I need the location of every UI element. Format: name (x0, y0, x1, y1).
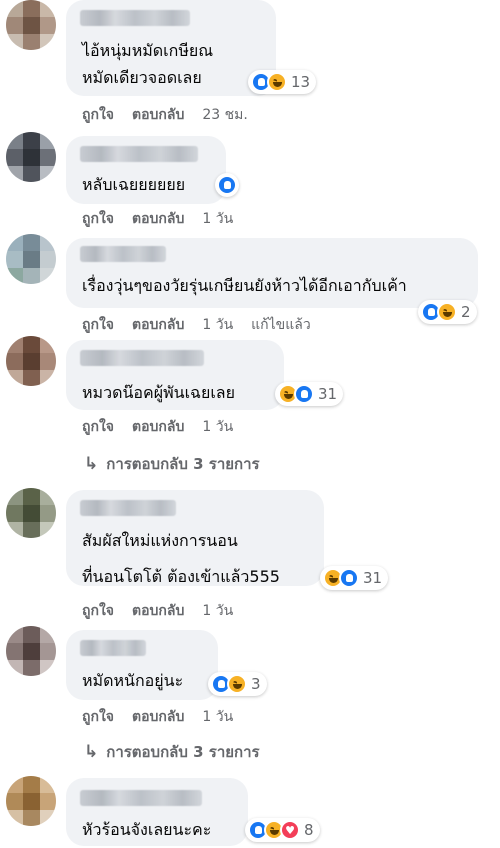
comment-text: หมวดน๊อคผู้พันเฉยเลย (82, 383, 235, 402)
love-reaction-icon (280, 820, 300, 840)
like-reaction-icon (339, 568, 359, 588)
like-reaction-icon (217, 175, 237, 195)
reaction-summary[interactable]: 8 (245, 818, 320, 842)
reply-button[interactable]: ตอบกลับ (132, 104, 184, 126)
avatar[interactable] (6, 132, 56, 182)
timestamp[interactable]: 1 วัน (202, 208, 233, 230)
like-button[interactable]: ถูกใจ (82, 416, 114, 438)
reply-arrow-icon: ↳ (84, 742, 99, 762)
timestamp[interactable]: 1 วัน (202, 706, 233, 728)
reaction-count: 2 (461, 303, 471, 321)
timestamp[interactable]: 1 วัน (202, 600, 233, 622)
avatar[interactable] (6, 234, 56, 284)
comment-actions: ถูกใจ ตอบกลับ 23 ชม. (82, 104, 248, 126)
like-button[interactable]: ถูกใจ (82, 706, 114, 728)
like-button[interactable]: ถูกใจ (82, 208, 114, 230)
like-button[interactable]: ถูกใจ (82, 600, 114, 622)
commenter-name-blurred[interactable] (80, 790, 202, 806)
reaction-summary[interactable] (215, 173, 239, 197)
avatar[interactable] (6, 0, 56, 50)
reply-button[interactable]: ตอบกลับ (132, 600, 184, 622)
commenter-name-blurred[interactable] (80, 640, 146, 656)
edited-label[interactable]: แก้ไขแล้ว (251, 314, 311, 336)
commenter-name-blurred[interactable] (80, 10, 190, 26)
comment-actions: ถูกใจ ตอบกลับ 1 วัน (82, 208, 233, 230)
reaction-summary[interactable]: 31 (320, 566, 389, 590)
reaction-count: 13 (291, 73, 311, 91)
avatar[interactable] (6, 626, 56, 676)
like-reaction-icon (294, 384, 314, 404)
replies-count-label: การตอบกลับ 3 รายการ (106, 743, 260, 761)
comment-text: สัมผัสใหม่แห่งการนอน (82, 531, 238, 550)
reply-button[interactable]: ตอบกลับ (132, 416, 184, 438)
reply-button[interactable]: ตอบกลับ (132, 314, 184, 336)
comment-actions: ถูกใจ ตอบกลับ 1 วัน (82, 600, 233, 622)
comment-text: หมัดเดียวจอดเลย (82, 68, 202, 87)
reaction-summary[interactable]: 31 (275, 382, 344, 406)
like-button[interactable]: ถูกใจ (82, 104, 114, 126)
commenter-name-blurred[interactable] (80, 500, 176, 516)
reaction-summary[interactable]: 2 (418, 300, 477, 324)
timestamp[interactable]: 1 วัน (202, 314, 233, 336)
avatar[interactable] (6, 776, 56, 826)
comment-text: ไอ้หนุ่มหมัดเกษียณ (82, 41, 214, 60)
comment-text: หมัดหนักอยู่นะ (82, 671, 184, 690)
avatar[interactable] (6, 336, 56, 386)
reaction-count: 31 (318, 385, 338, 403)
comment-text: เรื่องวุ่นๆของวัยรุ่นเกษียนยังห้าวได้อีก… (82, 276, 407, 295)
view-replies-link[interactable]: ↳ การตอบกลับ 3 รายการ (84, 740, 260, 764)
reaction-count: 31 (363, 569, 383, 587)
commenter-name-blurred[interactable] (80, 350, 204, 366)
reply-button[interactable]: ตอบกลับ (132, 208, 184, 230)
comment-actions: ถูกใจ ตอบกลับ 1 วัน (82, 706, 233, 728)
reaction-summary[interactable]: 13 (248, 70, 317, 94)
commenter-name-blurred[interactable] (80, 246, 166, 262)
reaction-count: 3 (251, 675, 261, 693)
reply-button[interactable]: ตอบกลับ (132, 706, 184, 728)
replies-count-label: การตอบกลับ 3 รายการ (106, 455, 260, 473)
comment-actions: ถูกใจ ตอบกลับ 1 วัน แก้ไขแล้ว (82, 314, 311, 336)
haha-reaction-icon (227, 674, 247, 694)
view-replies-link[interactable]: ↳ การตอบกลับ 3 รายการ (84, 452, 260, 476)
timestamp[interactable]: 1 วัน (202, 416, 233, 438)
comment-text: หลับเฉยยยยยย (82, 175, 186, 194)
commenter-name-blurred[interactable] (80, 146, 198, 162)
timestamp[interactable]: 23 ชม. (202, 104, 247, 126)
comment-actions: ถูกใจ ตอบกลับ 1 วัน (82, 416, 233, 438)
reaction-count: 8 (304, 821, 314, 839)
reaction-summary[interactable]: 3 (208, 672, 267, 696)
reply-arrow-icon: ↳ (84, 454, 99, 474)
like-button[interactable]: ถูกใจ (82, 314, 114, 336)
comment-text: ที่นอนโตโต้ ต้องเข้าแล้ว555 (82, 567, 280, 586)
haha-reaction-icon (437, 302, 457, 322)
avatar[interactable] (6, 488, 56, 538)
haha-reaction-icon (267, 72, 287, 92)
comment-text: หัวร้อนจังเลยนะคะ (82, 820, 212, 839)
